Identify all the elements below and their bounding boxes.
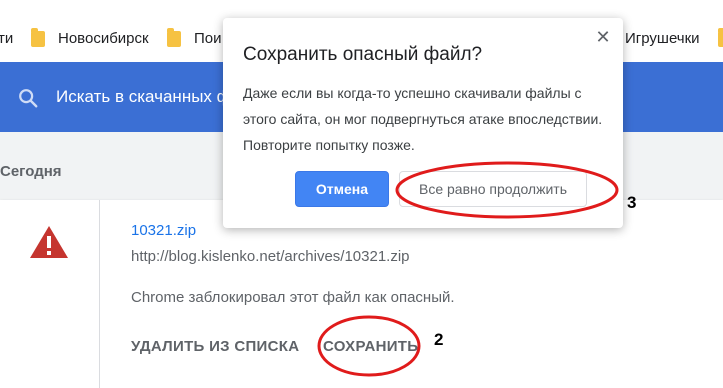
file-name-link[interactable]: 10321.zip xyxy=(131,222,196,239)
dialog-title: Сохранить опасный файл? xyxy=(243,44,483,65)
remove-from-list-button[interactable]: УДАЛИТЬ ИЗ СПИСКА xyxy=(131,338,299,355)
file-url: http://blog.kislenko.net/archives/10321.… xyxy=(131,248,410,265)
section-title-today: Сегодня xyxy=(0,163,62,180)
folder-icon xyxy=(167,28,181,47)
card-divider xyxy=(99,200,100,388)
annotation-number-2: 2 xyxy=(434,330,444,349)
search-icon[interactable] xyxy=(17,87,39,109)
bookmark-item-partial[interactable]: ти xyxy=(0,30,13,47)
bookmark-item-search[interactable]: Пои xyxy=(194,30,222,47)
bookmark-item-toys[interactable]: Игрушечки xyxy=(625,30,700,47)
continue-anyway-button[interactable]: Все равно продолжить xyxy=(399,171,587,207)
save-button[interactable]: СОХРАНИТЬ xyxy=(323,338,418,355)
folder-icon xyxy=(718,28,723,47)
save-dangerous-file-dialog: Сохранить опасный файл? ✕ Даже если вы к… xyxy=(223,18,623,228)
search-input[interactable]: Искать в скачанных ф xyxy=(56,87,224,107)
annotation-number-3: 3 xyxy=(627,193,637,212)
folder-icon xyxy=(31,28,45,47)
close-icon[interactable]: ✕ xyxy=(593,28,613,48)
danger-warning-text: Chrome заблокировал этот файл как опасны… xyxy=(131,289,455,306)
cancel-button[interactable]: Отмена xyxy=(295,171,389,207)
warning-icon xyxy=(30,226,68,258)
bookmark-item-novosibirsk[interactable]: Новосибирск xyxy=(58,30,149,47)
download-item-card: 10321.zip http://blog.kislenko.net/archi… xyxy=(0,200,723,388)
dialog-body-text: Даже если вы когда-то успешно скачивали … xyxy=(243,85,603,153)
